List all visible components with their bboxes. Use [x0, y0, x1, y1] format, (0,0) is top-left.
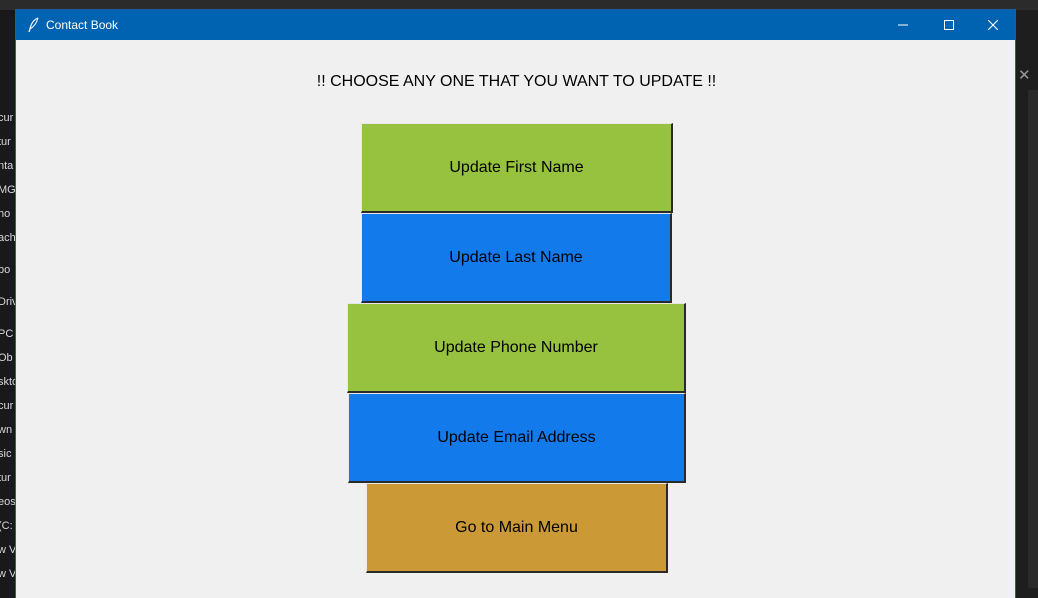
background-explorer-item: skto	[0, 376, 15, 388]
background-explorer-item: ach	[0, 232, 15, 244]
background-explorer-item: tur	[0, 136, 11, 148]
contact-book-window: Contact Book !! CHOOSE ANY ONE THAT YOU …	[15, 9, 1016, 598]
background-explorer-item: bo	[0, 264, 11, 276]
maximize-button[interactable]	[926, 10, 972, 40]
background-explorer-item: eos	[0, 496, 15, 508]
background-explorer-item: (C:	[0, 520, 13, 532]
window-title: Contact Book	[46, 18, 119, 32]
close-icon	[988, 20, 998, 30]
close-button[interactable]	[970, 10, 1016, 40]
background-explorer-item: cur	[0, 112, 14, 124]
background-close-icon: ✕	[1018, 67, 1031, 84]
feather-icon	[27, 17, 41, 33]
background-explorer-item: w V	[0, 568, 15, 580]
update-first-name-button[interactable]: Update First Name	[361, 123, 673, 213]
update-last-name-button[interactable]: Update Last Name	[361, 213, 672, 303]
background-explorer-item: Ob	[0, 352, 13, 364]
main-menu-button[interactable]: Go to Main Menu	[366, 483, 668, 573]
minimize-icon	[898, 24, 908, 26]
background-explorer-item: Driv	[0, 296, 15, 308]
title-bar[interactable]: Contact Book	[16, 10, 1015, 40]
maximize-icon	[944, 20, 954, 30]
background-explorer-item: wn	[0, 424, 13, 436]
minimize-button[interactable]	[880, 10, 926, 40]
background-explorer-item: ho	[0, 208, 11, 220]
page-heading: !! CHOOSE ANY ONE THAT YOU WANT TO UPDAT…	[316, 73, 717, 90]
background-explorer-item: w V	[0, 544, 15, 556]
background-explorer-item: cur	[0, 400, 14, 412]
update-phone-number-button[interactable]: Update Phone Number	[347, 303, 686, 393]
background-explorer-item: sic	[0, 448, 12, 460]
update-email-address-button[interactable]: Update Email Address	[348, 393, 686, 483]
background-explorer-sidebar: cur tur nta MG ho ach bo Driv PC Ob skto…	[0, 10, 15, 598]
background-scrollbar	[1028, 90, 1038, 588]
background-explorer-item: tur	[0, 472, 11, 484]
background-editor-edge: ✕	[1016, 10, 1038, 598]
background-explorer-item: MG	[0, 184, 15, 196]
background-explorer-item: nta	[0, 160, 14, 172]
background-explorer-item: PC	[0, 328, 14, 340]
